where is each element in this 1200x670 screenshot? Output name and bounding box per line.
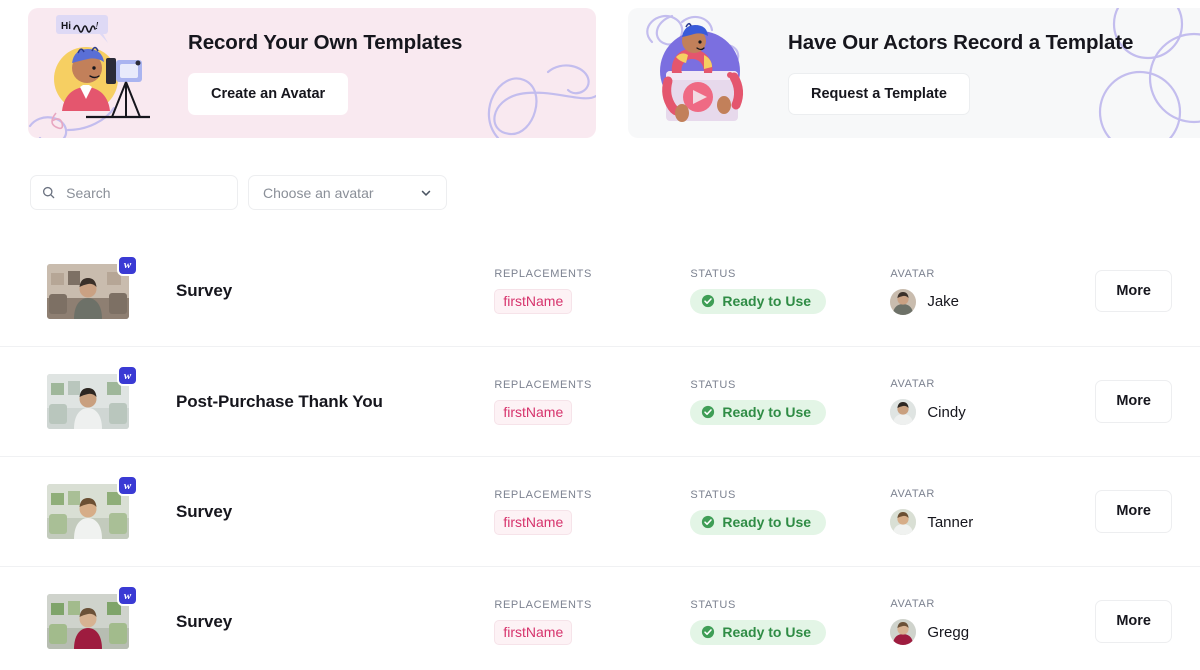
avatar [890, 509, 917, 535]
replacements-cell: REPLACEMENTS firstName [494, 489, 690, 535]
status-label: Ready to Use [722, 403, 812, 420]
replacements-column-header: REPLACEMENTS [494, 378, 592, 391]
replacements-cell: REPLACEMENTS firstName [494, 599, 690, 645]
status-column-header: STATUS [690, 598, 737, 611]
replacements-column-header: REPLACEMENTS [494, 268, 592, 280]
more-button[interactable]: More [1095, 269, 1172, 313]
banner-right-title: Have Our Actors Record a Template [788, 30, 1134, 54]
svg-text:!: ! [95, 20, 99, 32]
status-column-header: STATUS [690, 378, 737, 391]
status-cell: STATUS Ready to Use [690, 599, 890, 645]
search-input-container[interactable] [30, 175, 238, 210]
wistia-badge-icon: w [117, 365, 138, 386]
replacements-column-header: REPLACEMENTS [494, 488, 592, 501]
search-input[interactable] [64, 183, 226, 202]
more-button[interactable]: More [1095, 490, 1172, 533]
wistia-badge-icon: w [117, 254, 138, 276]
avatar [890, 619, 917, 645]
template-thumbnail-wrap[interactable]: w [47, 475, 138, 539]
avatar-column-header: AVATAR [890, 378, 935, 390]
banner-record-own-templates: Hi ! Record Your Own Templates Create an… [28, 8, 596, 138]
wistia-badge-icon: w [117, 475, 138, 496]
template-thumbnail-wrap[interactable]: w [47, 365, 138, 429]
search-icon [42, 186, 55, 199]
table-row[interactable]: w Survey REPLACEMENTS firstName STATUS R… [0, 456, 1200, 566]
actors-record-illustration [642, 13, 760, 133]
check-circle-icon [702, 515, 715, 528]
table-row[interactable]: w Survey REPLACEMENTS firstName STATUS R… [0, 236, 1200, 346]
replacements-cell: REPLACEMENTS firstName [494, 379, 690, 425]
replacement-chip: firstName [494, 509, 573, 535]
avatar-name: Tanner [927, 513, 974, 531]
template-thumbnail-wrap[interactable]: w [47, 585, 138, 649]
template-title: Survey [176, 281, 233, 300]
avatar-name: Jake [927, 293, 960, 310]
avatar-filter-select[interactable]: Choose an avatar [248, 175, 447, 210]
banner-left-body: Record Your Own Templates Create an Avat… [160, 31, 462, 116]
create-an-avatar-button[interactable]: Create an Avatar [188, 72, 349, 116]
status-label: Ready to Use [722, 513, 812, 530]
replacements-cell: REPLACEMENTS firstName [494, 268, 690, 314]
replacement-chip: firstName [494, 399, 573, 425]
status-badge: Ready to Use [690, 619, 827, 645]
more-button[interactable]: More [1095, 380, 1172, 423]
wistia-badge-icon: w [117, 585, 138, 606]
avatar-cell: Cindy [890, 399, 1095, 425]
avatar-cell-wrap: AVATAR Cindy [890, 378, 1095, 425]
svg-text:Hi: Hi [61, 21, 71, 32]
record-templates-illustration: Hi ! [42, 13, 160, 133]
avatar-name: Cindy [927, 403, 966, 421]
avatar-cell: Gregg [890, 619, 1095, 645]
avatar-cell: Tanner [890, 509, 1095, 535]
request-a-template-button[interactable]: Request a Template [788, 72, 970, 116]
avatar-filter-label: Choose an avatar [263, 184, 374, 201]
banner-actors-record-template: Have Our Actors Record a Template Reques… [628, 8, 1200, 138]
avatar-cell-wrap: AVATAR Jake [890, 268, 1095, 315]
banner-left-title: Record Your Own Templates [188, 30, 463, 54]
status-cell: STATUS Ready to Use [690, 268, 890, 314]
status-badge: Ready to Use [690, 509, 827, 535]
avatar-column-header: AVATAR [890, 267, 935, 280]
promo-banners: Hi ! Record Your Own Templates Create an… [0, 0, 1200, 145]
status-label: Ready to Use [722, 293, 812, 309]
status-column-header: STATUS [690, 488, 737, 501]
avatar-cell-wrap: AVATAR Gregg [890, 598, 1095, 645]
template-title: Post-Purchase Thank You [176, 391, 383, 411]
status-label: Ready to Use [722, 623, 812, 640]
template-thumbnail-wrap[interactable]: w [47, 254, 138, 319]
replacements-column-header: REPLACEMENTS [494, 598, 592, 611]
avatar [890, 288, 917, 315]
more-button[interactable]: More [1095, 600, 1172, 643]
avatar-column-header: AVATAR [890, 598, 935, 610]
table-row[interactable]: w Post-Purchase Thank You REPLACEMENTS f… [0, 346, 1200, 456]
status-badge: Ready to Use [690, 289, 827, 314]
chevron-down-icon [421, 190, 431, 196]
templates-table: w Survey REPLACEMENTS firstName STATUS R… [0, 236, 1200, 670]
template-title: Survey [176, 501, 233, 521]
status-cell: STATUS Ready to Use [690, 379, 890, 425]
avatar-cell: Jake [890, 288, 1095, 315]
table-row[interactable]: w Survey REPLACEMENTS firstName STATUS R… [0, 566, 1200, 670]
check-circle-icon [702, 294, 715, 308]
avatar-name: Gregg [927, 623, 970, 641]
check-circle-icon [702, 405, 715, 418]
status-cell: STATUS Ready to Use [690, 489, 890, 535]
template-title: Survey [176, 611, 233, 631]
avatar-column-header: AVATAR [890, 488, 935, 500]
avatar [890, 399, 917, 425]
status-column-header: STATUS [690, 268, 737, 280]
replacement-chip: firstName [494, 619, 573, 645]
check-circle-icon [702, 625, 715, 638]
replacement-chip: firstName [494, 289, 573, 314]
avatar-cell-wrap: AVATAR Tanner [890, 488, 1095, 535]
banner-right-body: Have Our Actors Record a Template Reques… [760, 31, 1133, 116]
status-badge: Ready to Use [690, 399, 827, 425]
filter-bar: Choose an avatar [0, 145, 1200, 210]
